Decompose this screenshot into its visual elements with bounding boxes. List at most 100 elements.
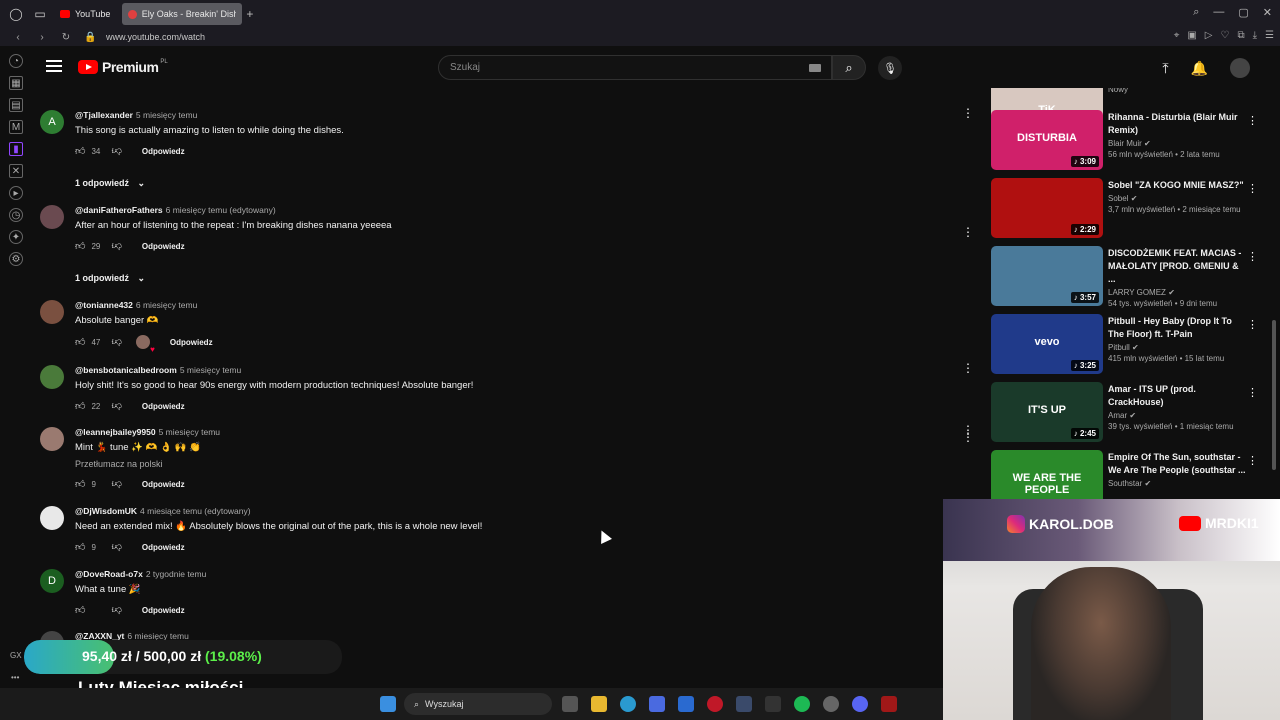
hamburger-menu-icon[interactable] bbox=[46, 60, 62, 72]
forward-icon[interactable]: › bbox=[36, 32, 48, 43]
channel-name[interactable]: Blair Muir ✔ bbox=[1108, 139, 1248, 148]
url-field[interactable]: www.youtube.com/watch bbox=[106, 32, 205, 42]
settings-icon[interactable]: ⚙ bbox=[9, 252, 23, 266]
video-thumbnail[interactable]: vevo ♪ 3:25 bbox=[991, 314, 1103, 374]
dislike-icon[interactable]: 👍︎ bbox=[111, 400, 121, 412]
tab-menu-icon[interactable]: ▭ bbox=[32, 6, 48, 22]
reply-button[interactable]: Odpowiedz bbox=[142, 242, 185, 251]
like-icon[interactable]: 👍︎ bbox=[75, 478, 85, 490]
comment-time[interactable]: 6 miesięcy temu bbox=[136, 300, 197, 310]
comment-menu-icon[interactable]: ⋮ bbox=[962, 106, 974, 120]
related-video[interactable]: vevo ♪ 3:25 Pitbull - Hey Baby (Drop It … bbox=[990, 314, 1280, 380]
video-menu-icon[interactable]: ⋮ bbox=[1247, 454, 1258, 467]
comment-time[interactable]: 5 miesięcy temu bbox=[159, 427, 220, 437]
sidebar-app-icon[interactable]: ▦ bbox=[9, 76, 23, 90]
taskbar-search[interactable]: ⌕ Wyszukaj bbox=[404, 693, 552, 715]
related-video[interactable]: ♪ 2:29 Sobel "ZA KOGO MNIE MASZ?" Sobel … bbox=[990, 178, 1280, 244]
reply-button[interactable]: Odpowiedz bbox=[142, 147, 185, 156]
commenter-avatar[interactable] bbox=[40, 205, 64, 229]
search-tabs-icon[interactable]: ⌕ bbox=[1193, 6, 1199, 19]
back-icon[interactable]: ‹ bbox=[12, 32, 24, 43]
comment-author[interactable]: @daniFatheroFathers bbox=[75, 205, 163, 215]
replies-toggle[interactable]: 1 odpowiedź ⌄ bbox=[75, 273, 145, 284]
discord-icon[interactable] bbox=[852, 696, 868, 712]
comment-time[interactable]: 4 miesiące temu (edytowany) bbox=[140, 506, 251, 516]
commenter-avatar[interactable]: D bbox=[40, 569, 64, 593]
dislike-icon[interactable]: 👍︎ bbox=[111, 336, 121, 348]
menu-icon[interactable]: ☰ bbox=[1265, 30, 1274, 41]
dislike-icon[interactable]: 👍︎ bbox=[111, 604, 121, 616]
reply-button[interactable]: Odpowiedz bbox=[142, 543, 185, 552]
video-thumbnail[interactable]: DISTURBIA ♪ 3:09 bbox=[991, 110, 1103, 170]
video-menu-icon[interactable]: ⋮ bbox=[1247, 114, 1258, 127]
comment-menu-icon[interactable]: ⋮ bbox=[962, 423, 974, 437]
video-title[interactable]: Empire Of The Sun, southstar - We Are Th… bbox=[1108, 451, 1248, 477]
windows-start-icon[interactable] bbox=[380, 696, 396, 712]
pin-icon[interactable]: ⌖ bbox=[1174, 30, 1180, 41]
dislike-icon[interactable]: 👍︎ bbox=[111, 541, 121, 553]
comment-author[interactable]: @DjWisdomUK bbox=[75, 506, 137, 516]
related-video[interactable]: IT'S UP ♪ 2:45 Amar - ITS UP (prod. Crac… bbox=[990, 382, 1280, 448]
keyboard-icon[interactable] bbox=[809, 64, 821, 72]
like-icon[interactable]: 👍︎ bbox=[75, 336, 85, 348]
epic-games-icon[interactable] bbox=[765, 696, 781, 712]
minimize-button[interactable]: — bbox=[1213, 6, 1224, 19]
translate-link[interactable]: Przetłumacz na polski bbox=[75, 459, 220, 469]
x-icon[interactable]: ✕ bbox=[9, 164, 23, 178]
like-icon[interactable]: 👍︎ bbox=[75, 145, 85, 157]
share-icon[interactable]: ▷ bbox=[1205, 30, 1213, 41]
video-thumbnail[interactable]: ♪ 3:57 bbox=[991, 246, 1103, 306]
search-button[interactable]: ⌕ bbox=[832, 55, 866, 80]
video-menu-icon[interactable]: ⋮ bbox=[1247, 250, 1258, 263]
comment-author[interactable]: @Tjallexander bbox=[75, 110, 133, 120]
download-icon[interactable]: ⤓ bbox=[1253, 30, 1257, 41]
video-title[interactable]: Sobel "ZA KOGO MNIE MASZ?" bbox=[1108, 179, 1248, 192]
dislike-icon[interactable]: 👍︎ bbox=[111, 145, 121, 157]
settings-icon[interactable] bbox=[823, 696, 839, 712]
like-icon[interactable]: 👍︎ bbox=[75, 400, 85, 412]
close-button[interactable]: ✕ bbox=[1263, 6, 1272, 19]
like-icon[interactable]: 👍︎ bbox=[75, 240, 85, 252]
channel-name[interactable]: LARRY GOMEZ ✔ bbox=[1108, 288, 1248, 297]
sidebar-app-icon[interactable]: ▤ bbox=[9, 98, 23, 112]
video-menu-icon[interactable]: ⋮ bbox=[1247, 318, 1258, 331]
shield-icon[interactable] bbox=[881, 696, 897, 712]
snapshot-icon[interactable]: ▣ bbox=[1187, 30, 1196, 41]
like-icon[interactable]: 👍︎ bbox=[75, 604, 85, 616]
video-title[interactable]: Pitbull - Hey Baby (Drop It To The Floor… bbox=[1108, 315, 1248, 341]
maximize-button[interactable]: ▢ bbox=[1238, 6, 1248, 19]
comment-menu-icon[interactable]: ⋮ bbox=[962, 225, 974, 239]
comment-time[interactable]: 2 tygodnie temu bbox=[146, 569, 206, 579]
tab-youtube[interactable]: YouTube bbox=[54, 3, 116, 25]
related-video[interactable]: WE ARE THE PEOPLE Empire Of The Sun, sou… bbox=[990, 450, 1280, 500]
new-tab-button[interactable]: + bbox=[246, 7, 253, 21]
notifications-bell-icon[interactable]: 🔔 bbox=[1191, 60, 1208, 77]
replies-toggle[interactable]: 1 odpowiedź ⌄ bbox=[75, 178, 145, 189]
account-avatar[interactable] bbox=[1230, 58, 1250, 78]
reply-button[interactable]: Odpowiedz bbox=[170, 338, 213, 347]
commenter-avatar[interactable] bbox=[40, 365, 64, 389]
sidebar-home-icon[interactable]: ◔ bbox=[9, 54, 23, 68]
task-view-icon[interactable] bbox=[562, 696, 578, 712]
more-icon[interactable]: ••• bbox=[11, 673, 19, 682]
commenter-avatar[interactable]: A bbox=[40, 110, 64, 134]
dislike-icon[interactable]: 👍︎ bbox=[111, 240, 121, 252]
history-icon[interactable]: ◷ bbox=[9, 208, 23, 222]
scrollbar[interactable] bbox=[1272, 320, 1276, 470]
channel-name[interactable]: Sobel ✔ bbox=[1108, 194, 1248, 203]
twitch-icon[interactable]: ▮ bbox=[9, 142, 23, 156]
sidebar-app-icon[interactable]: M bbox=[9, 120, 23, 134]
video-thumbnail[interactable]: WE ARE THE PEOPLE bbox=[991, 450, 1103, 500]
comment-menu-icon[interactable]: ⋮ bbox=[962, 361, 974, 375]
reply-button[interactable]: Odpowiedz bbox=[142, 402, 185, 411]
related-video[interactable]: ♪ 3:57 DISCODŻEMIK FEAT. MACIAS - MAŁOLA… bbox=[990, 246, 1280, 312]
extensions-icon[interactable]: ⧉ bbox=[1237, 30, 1244, 41]
spotify-icon[interactable] bbox=[794, 696, 810, 712]
video-menu-icon[interactable]: ⋮ bbox=[1247, 386, 1258, 399]
player-icon[interactable]: ▸ bbox=[9, 186, 23, 200]
video-title[interactable]: Rihanna - Disturbia (Blair Muir Remix) bbox=[1108, 111, 1248, 137]
store-icon[interactable] bbox=[649, 696, 665, 712]
app-icon[interactable] bbox=[678, 696, 694, 712]
heart-icon[interactable]: ♡ bbox=[1221, 30, 1230, 41]
reload-icon[interactable]: ↻ bbox=[60, 32, 72, 43]
